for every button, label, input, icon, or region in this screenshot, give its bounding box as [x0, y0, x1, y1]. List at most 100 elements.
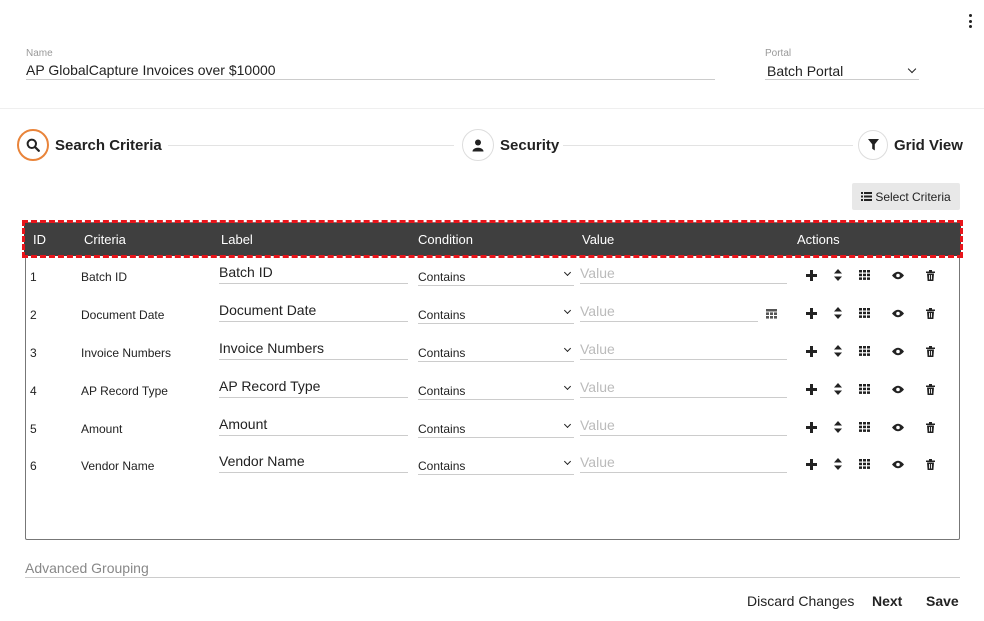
advanced-grouping-toggle[interactable]: Advanced Grouping	[25, 560, 960, 578]
trash-icon[interactable]	[923, 420, 937, 434]
plus-icon[interactable]	[804, 382, 818, 396]
row-label-input[interactable]: Vendor Name	[219, 451, 408, 473]
row-value-input[interactable]: Value	[580, 263, 787, 284]
portal-field-label: Portal	[765, 48, 792, 59]
filter-icon	[858, 130, 888, 160]
table-row: 3 Invoice Numbers Invoice Numbers Contains V…	[26, 334, 959, 372]
row-condition-select[interactable]: Contains	[418, 418, 574, 438]
eye-icon[interactable]	[891, 344, 905, 358]
row-condition-value: Contains	[418, 270, 466, 284]
row-value-input[interactable]: Value	[580, 301, 758, 322]
chevron-down-icon	[563, 457, 572, 466]
table-row: 2 Document Date Document Date Contains Value	[26, 296, 959, 334]
step-connector	[563, 145, 853, 146]
chevron-down-icon	[907, 64, 917, 73]
discard-changes-button[interactable]: Discard Changes	[747, 593, 854, 609]
row-criteria: AP Record Type	[81, 384, 168, 398]
step-connector	[168, 145, 454, 146]
search-icon	[17, 129, 49, 161]
row-condition-value: Contains	[418, 459, 466, 473]
table-header: ID Criteria Label Condition Value Action…	[24, 223, 961, 256]
plus-icon[interactable]	[804, 268, 818, 282]
row-condition-select[interactable]: Contains	[418, 304, 574, 324]
row-id: 4	[30, 384, 37, 398]
chevron-down-icon	[563, 420, 572, 429]
grid-icon[interactable]	[857, 382, 871, 396]
trash-icon[interactable]	[923, 306, 937, 320]
chevron-down-icon	[563, 306, 572, 315]
grid-icon[interactable]	[857, 420, 871, 434]
row-id: 1	[30, 270, 37, 284]
eye-icon[interactable]	[891, 457, 905, 471]
trash-icon[interactable]	[923, 457, 937, 471]
trash-icon[interactable]	[923, 268, 937, 282]
row-value-input[interactable]: Value	[580, 452, 787, 473]
plus-icon[interactable]	[804, 420, 818, 434]
row-criteria: Batch ID	[81, 270, 128, 284]
name-field[interactable]: AP GlobalCapture Invoices over $10000	[26, 62, 715, 80]
step-label: Search Criteria	[55, 136, 162, 154]
user-icon	[462, 129, 494, 161]
row-condition-value: Contains	[418, 308, 466, 322]
row-condition-select[interactable]: Contains	[418, 455, 574, 475]
name-field-label: Name	[26, 48, 53, 59]
row-value-input[interactable]: Value	[580, 415, 787, 436]
sort-icon[interactable]	[831, 306, 845, 320]
step-grid-view[interactable]: Grid View	[858, 129, 963, 161]
grid-icon[interactable]	[857, 457, 871, 471]
row-value-input[interactable]: Value	[580, 339, 787, 360]
table-row: 5 Amount Amount Contains Value	[26, 410, 959, 448]
row-condition-select[interactable]: Contains	[418, 266, 574, 286]
eye-icon[interactable]	[891, 306, 905, 320]
sort-icon[interactable]	[831, 344, 845, 358]
grid-icon[interactable]	[857, 344, 871, 358]
step-search-criteria[interactable]: Search Criteria	[17, 129, 162, 161]
row-label-input[interactable]: Batch ID	[219, 262, 408, 284]
save-button[interactable]: Save	[926, 593, 959, 609]
plus-icon[interactable]	[804, 306, 818, 320]
row-label-input[interactable]: Invoice Numbers	[219, 338, 408, 360]
sort-icon[interactable]	[831, 268, 845, 282]
row-label-input[interactable]: Document Date	[219, 300, 408, 322]
row-label-input[interactable]: Amount	[219, 414, 408, 436]
step-security[interactable]: Security	[462, 129, 559, 161]
row-label-input[interactable]: AP Record Type	[219, 376, 408, 398]
list-icon	[861, 192, 873, 201]
grid-icon[interactable]	[857, 306, 871, 320]
row-criteria: Amount	[81, 422, 123, 436]
chevron-down-icon	[563, 268, 572, 277]
header-divider	[0, 108, 984, 109]
step-label: Grid View	[894, 136, 963, 154]
plus-icon[interactable]	[804, 457, 818, 471]
chevron-down-icon	[563, 382, 572, 391]
sort-icon[interactable]	[831, 382, 845, 396]
select-criteria-button[interactable]: Select Criteria	[852, 183, 960, 210]
row-condition-select[interactable]: Contains	[418, 380, 574, 400]
sort-icon[interactable]	[831, 420, 845, 434]
row-value-input[interactable]: Value	[580, 377, 787, 398]
row-criteria: Document Date	[81, 308, 165, 322]
eye-icon[interactable]	[891, 382, 905, 396]
next-button[interactable]: Next	[872, 593, 902, 609]
column-header-label: Label	[221, 232, 253, 247]
row-criteria: Invoice Numbers	[81, 346, 172, 360]
row-id: 5	[30, 422, 37, 436]
eye-icon[interactable]	[891, 268, 905, 282]
row-criteria: Vendor Name	[81, 459, 155, 473]
plus-icon[interactable]	[804, 344, 818, 358]
more-options-icon[interactable]	[966, 12, 974, 30]
table-row: 4 AP Record Type AP Record Type Contains Val…	[26, 372, 959, 410]
portal-select[interactable]: Batch Portal	[765, 62, 919, 80]
row-condition-value: Contains	[418, 422, 466, 436]
grid-icon[interactable]	[857, 268, 871, 282]
sort-icon[interactable]	[831, 457, 845, 471]
trash-icon[interactable]	[923, 382, 937, 396]
row-condition-value: Contains	[418, 384, 466, 398]
row-condition-select[interactable]: Contains	[418, 342, 574, 362]
column-header-condition: Condition	[418, 232, 473, 247]
calendar-icon[interactable]	[766, 306, 777, 319]
trash-icon[interactable]	[923, 344, 937, 358]
column-header-id: ID	[33, 232, 46, 247]
eye-icon[interactable]	[891, 420, 905, 434]
row-condition-value: Contains	[418, 346, 466, 360]
